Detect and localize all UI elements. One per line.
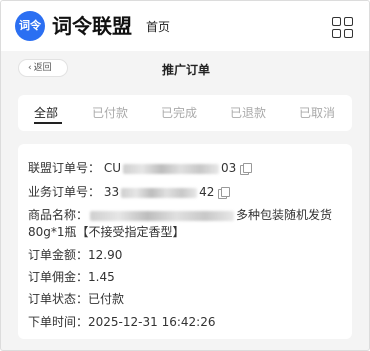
union-order-label: 联盟订单号： bbox=[28, 161, 101, 175]
app-frame: 词令 词令联盟 首页 ‹ 返回 推广订单 全部 已付款 已完成 已退款 已取消 联… bbox=[0, 0, 370, 351]
status-label: 订单状态： bbox=[28, 292, 89, 306]
active-tab-indicator bbox=[34, 122, 62, 124]
status-row: 订单状态：已付款 bbox=[28, 291, 124, 308]
union-order-row: 联盟订单号： CU 03 bbox=[28, 160, 253, 177]
amount-label: 订单金额： bbox=[28, 248, 89, 262]
top-bar: 词令 词令联盟 首页 bbox=[1, 1, 369, 51]
redacted-product-name bbox=[90, 210, 235, 221]
status-value: 已付款 bbox=[88, 292, 125, 306]
biz-order-row: 业务订单号： 33 42 bbox=[28, 184, 231, 201]
logo-icon[interactable]: 词令 bbox=[15, 11, 45, 41]
union-order-prefix: CU bbox=[103, 161, 122, 175]
status-tabs: 全部 已付款 已完成 已退款 已取消 bbox=[18, 95, 352, 131]
product-row: 商品名称： 多种包装随机发货 bbox=[28, 207, 332, 224]
product-row-continued: 80g*1瓶【不接受指定香型】 bbox=[28, 225, 185, 239]
union-order-suffix: 03 bbox=[221, 161, 237, 175]
amount-value: 12.90 bbox=[88, 248, 123, 262]
time-label: 下单时间： bbox=[28, 315, 89, 329]
biz-order-prefix: 33 bbox=[103, 185, 120, 199]
time-row: 下单时间：2025-12-31 16:42:26 bbox=[28, 314, 215, 331]
tab-all[interactable]: 全部 bbox=[34, 105, 58, 121]
copy-icon[interactable] bbox=[218, 187, 231, 199]
copy-icon[interactable] bbox=[240, 163, 253, 175]
tab-completed[interactable]: 已完成 bbox=[161, 105, 197, 121]
brand-name[interactable]: 词令联盟 bbox=[52, 13, 132, 39]
commission-value: 1.45 bbox=[88, 270, 115, 284]
redacted-order-number bbox=[123, 163, 220, 174]
product-label: 商品名称： bbox=[28, 208, 89, 222]
commission-label: 订单佣金： bbox=[28, 270, 89, 284]
nav-home-link[interactable]: 首页 bbox=[146, 19, 170, 35]
page-title: 推广订单 bbox=[161, 63, 210, 77]
tab-refunded[interactable]: 已退款 bbox=[230, 105, 266, 121]
tab-cancelled[interactable]: 已取消 bbox=[299, 105, 335, 121]
grid-menu-icon[interactable] bbox=[332, 17, 354, 39]
biz-order-suffix: 42 bbox=[199, 185, 215, 199]
tab-paid[interactable]: 已付款 bbox=[92, 105, 128, 121]
amount-row: 订单金额：12.90 bbox=[28, 247, 122, 264]
biz-order-label: 业务订单号： bbox=[28, 185, 101, 199]
commission-row: 订单佣金：1.45 bbox=[28, 269, 115, 286]
product-name-visible: 多种包装随机发货 bbox=[236, 208, 333, 222]
time-value: 2025-12-31 16:42:26 bbox=[88, 315, 216, 329]
order-card: 联盟订单号： CU 03 业务订单号： 33 42 商品名称： 多种包装随机发货 80… bbox=[18, 144, 352, 339]
redacted-order-number bbox=[121, 187, 198, 198]
